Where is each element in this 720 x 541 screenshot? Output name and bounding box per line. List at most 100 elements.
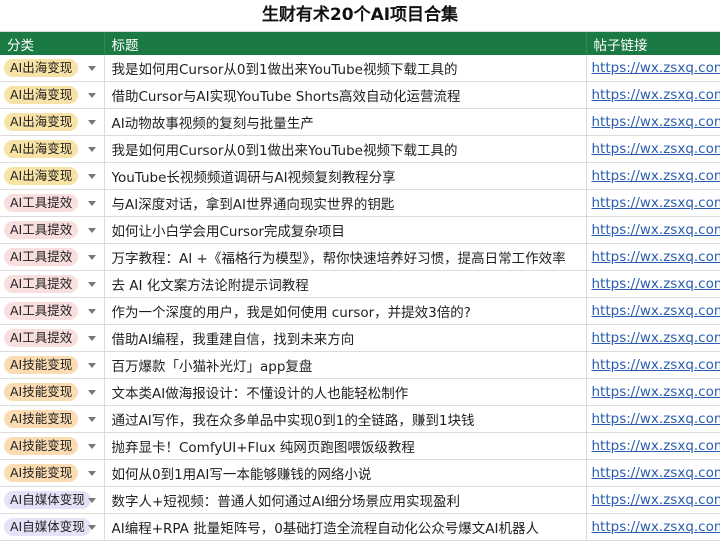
title-cell[interactable]: YouTube长视频频道调研与AI视频复刻教程分享 (104, 163, 586, 190)
category-badge[interactable]: AI技能变现 (4, 437, 78, 455)
title-cell[interactable]: 百万爆款「小猫补光灯」app复盘 (104, 352, 586, 379)
link-cell[interactable]: https://wx.zsxq.com/ (586, 55, 720, 82)
title-cell[interactable]: 借助AI编程，我重建自信，找到未来方向 (104, 325, 586, 352)
title-cell[interactable]: 如何让小白学会用Cursor完成复杂项目 (104, 217, 586, 244)
chevron-down-icon[interactable] (88, 201, 96, 206)
category-badge[interactable]: AI工具提效 (4, 194, 78, 212)
chevron-down-icon[interactable] (88, 336, 96, 341)
chevron-down-icon[interactable] (88, 417, 96, 422)
table-row[interactable]: AI工具提效如何让小白学会用Cursor完成复杂项目https://wx.zsx… (0, 217, 720, 244)
category-cell[interactable]: AI工具提效 (0, 271, 104, 298)
category-badge[interactable]: AI自媒体变现 (4, 518, 91, 536)
category-cell[interactable]: AI出海变现 (0, 55, 104, 82)
category-cell[interactable]: AI自媒体变现 (0, 487, 104, 514)
link-cell[interactable]: https://wx.zsxq.com/ (586, 82, 720, 109)
chevron-down-icon[interactable] (88, 228, 96, 233)
link-cell[interactable]: https://wx.zsxq.com/ (586, 406, 720, 433)
link-cell[interactable]: https://wx.zsxq.com/ (586, 352, 720, 379)
link-cell[interactable]: https://wx.zsxq.com/ (586, 109, 720, 136)
table-row[interactable]: AI工具提效 万字教程：AI +《福格行为模型》，帮你快速培养好习惯，提高日常工作… (0, 244, 720, 271)
table-row[interactable]: AI出海变现 YouTube长视频频道调研与AI视频复刻教程分享 https://w… (0, 163, 720, 190)
title-cell[interactable]: 如何从0到1用AI写一本能够赚钱的网络小说 (104, 460, 586, 487)
post-link[interactable]: https://wx.zsxq.com/ (592, 249, 720, 265)
category-cell[interactable]: AI技能变现 (0, 460, 104, 487)
table-row[interactable]: AI出海变现 我是如何用Cursor从0到1做出来YouTube视频下载工具的 ht… (0, 136, 720, 163)
category-badge[interactable]: AI工具提效 (4, 248, 78, 266)
chevron-down-icon[interactable] (88, 66, 96, 71)
category-badge[interactable]: AI技能变现 (4, 356, 78, 374)
category-cell[interactable]: AI技能变现 (0, 433, 104, 460)
title-cell[interactable]: 抛弃显卡！ComfyUI+Flux 纯网页跑图喂饭级教程 (104, 433, 586, 460)
category-badge[interactable]: AI工具提效 (4, 329, 78, 347)
chevron-down-icon[interactable] (88, 282, 96, 287)
post-link[interactable]: https://wx.zsxq.com/ (592, 384, 720, 400)
link-cell[interactable]: https://wx.zsxq.com/ (586, 136, 720, 163)
category-cell[interactable]: AI出海变现 (0, 163, 104, 190)
header-link[interactable]: 帖子链接 (586, 32, 720, 55)
post-link[interactable]: https://wx.zsxq.com/ (592, 330, 720, 346)
link-cell[interactable]: https://wx.zsxq.com/ (586, 487, 720, 514)
header-title[interactable]: 标题 (104, 32, 586, 55)
category-cell[interactable]: AI工具提效 (0, 325, 104, 352)
category-badge[interactable]: AI工具提效 (4, 275, 78, 293)
chevron-down-icon[interactable] (88, 174, 96, 179)
table-row[interactable]: AI工具提效 借助AI编程，我重建自信，找到未来方向 https://wx.zsxq… (0, 325, 720, 352)
title-cell[interactable]: 去 AI 化文案方法论附提示词教程 (104, 271, 586, 298)
table-row[interactable]: AI技能变现 如何从0到1用AI写一本能够赚钱的网络小说 https://wx.zs… (0, 460, 720, 487)
link-cell[interactable]: https://wx.zsxq.com/ (586, 163, 720, 190)
table-row[interactable]: AI自媒体变现数字人+短视频：普通人如何通过AI细分场景应用实现盈利https:… (0, 487, 720, 514)
category-cell[interactable]: AI出海变现 (0, 109, 104, 136)
post-link[interactable]: https://wx.zsxq.com/ (592, 438, 720, 454)
post-link[interactable]: https://wx.zsxq.com/ (592, 276, 720, 292)
title-cell[interactable]: 借助Cursor与AI实现YouTube Shorts高效自动化运营流程 (104, 82, 586, 109)
category-cell[interactable]: AI自媒体变现 (0, 514, 104, 541)
chevron-down-icon[interactable] (88, 147, 96, 152)
post-link[interactable]: https://wx.zsxq.com/ (592, 87, 720, 103)
table-row[interactable]: AI技能变现 抛弃显卡！ComfyUI+Flux 纯网页跑图喂饭级教程 https:… (0, 433, 720, 460)
category-badge[interactable]: AI技能变现 (4, 410, 78, 428)
table-row[interactable]: AI工具提效 去 AI 化文案方法论附提示词教程 https://wx.zsxq.c… (0, 271, 720, 298)
link-cell[interactable]: https://wx.zsxq.com/ (586, 460, 720, 487)
table-row[interactable]: AI自媒体变现AI编程+RPA 批量矩阵号，0基础打造全流程自动化公众号爆文AI… (0, 514, 720, 541)
link-cell[interactable]: https://wx.zsxq.com/ (586, 514, 720, 541)
title-cell[interactable]: 文本类AI做海报设计：不懂设计的人也能轻松制作 (104, 379, 586, 406)
category-cell[interactable]: AI工具提效 (0, 190, 104, 217)
category-badge[interactable]: AI技能变现 (4, 383, 78, 401)
category-badge[interactable]: AI出海变现 (4, 167, 78, 185)
category-badge[interactable]: AI出海变现 (4, 86, 78, 104)
post-link[interactable]: https://wx.zsxq.com/ (592, 303, 720, 319)
table-row[interactable]: AI技能变现通过AI写作，我在众多单品中实现0到1的全链路，赚到1块钱https… (0, 406, 720, 433)
post-link[interactable]: https://wx.zsxq.com/ (592, 114, 720, 130)
link-cell[interactable]: https://wx.zsxq.com/ (586, 433, 720, 460)
link-cell[interactable]: https://wx.zsxq.com/ (586, 379, 720, 406)
table-row[interactable]: AI出海变现 AI动物故事视频的复刻与批量生产 https://wx.zsxq.co… (0, 109, 720, 136)
post-link[interactable]: https://wx.zsxq.com/ (592, 519, 720, 535)
title-cell[interactable]: 我是如何用Cursor从0到1做出来YouTube视频下载工具的 (104, 136, 586, 163)
table-row[interactable]: AI工具提效与AI深度对话，拿到AI世界通向现实世界的钥匙https://wx.… (0, 190, 720, 217)
chevron-down-icon[interactable] (88, 363, 96, 368)
title-cell[interactable]: 作为一个深度的用户，我是如何使用 cursor，并提效3倍的? (104, 298, 586, 325)
table-row[interactable]: AI技能变现 百万爆款「小猫补光灯」app复盘 https://wx.zsxq.co… (0, 352, 720, 379)
category-badge[interactable]: AI自媒体变现 (4, 491, 91, 509)
post-link[interactable]: https://wx.zsxq.com/ (592, 357, 720, 373)
category-badge[interactable]: AI出海变现 (4, 113, 78, 131)
title-cell[interactable]: AI动物故事视频的复刻与批量生产 (104, 109, 586, 136)
link-cell[interactable]: https://wx.zsxq.com/ (586, 244, 720, 271)
category-badge[interactable]: AI工具提效 (4, 302, 78, 320)
chevron-down-icon[interactable] (88, 93, 96, 98)
post-link[interactable]: https://wx.zsxq.com/ (592, 465, 720, 481)
post-link[interactable]: https://wx.zsxq.com/ (592, 168, 720, 184)
post-link[interactable]: https://wx.zsxq.com/ (592, 492, 720, 508)
post-link[interactable]: https://wx.zsxq.com/ (592, 411, 720, 427)
header-category[interactable]: 分类 (0, 32, 104, 55)
category-cell[interactable]: AI出海变现 (0, 82, 104, 109)
category-cell[interactable]: AI出海变现 (0, 136, 104, 163)
category-badge[interactable]: AI技能变现 (4, 464, 78, 482)
link-cell[interactable]: https://wx.zsxq.com/ (586, 190, 720, 217)
title-cell[interactable]: 万字教程：AI +《福格行为模型》，帮你快速培养好习惯，提高日常工作效率 (104, 244, 586, 271)
chevron-down-icon[interactable] (88, 525, 96, 530)
post-link[interactable]: https://wx.zsxq.com/ (592, 141, 720, 157)
table-row[interactable]: AI出海变现我是如何用Cursor从0到1做出来YouTube视频下载工具的ht… (0, 55, 720, 82)
category-badge[interactable]: AI出海变现 (4, 140, 78, 158)
category-badge[interactable]: AI出海变现 (4, 59, 78, 77)
